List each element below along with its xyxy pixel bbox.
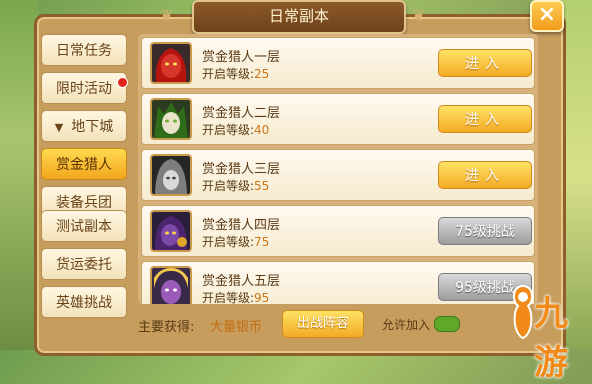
- dungeon-name: 赏金猎人五层: [202, 274, 281, 289]
- hunter-portrait-5: [150, 266, 192, 304]
- close-button[interactable]: ×: [530, 0, 564, 32]
- hunter-portrait-2: [150, 98, 192, 140]
- list-item: 赏金猎人三层 开启等级:55 进入: [141, 149, 535, 201]
- list-item: 赏金猎人四层 开启等级:75 75级挑战: [141, 205, 535, 257]
- ornament-left-icon: ❦: [160, 6, 174, 25]
- sidebar-item-bounty-hunter[interactable]: 赏金猎人: [41, 148, 127, 180]
- sidebar-item-label: 赏金猎人: [56, 157, 112, 173]
- reward-label: 主要获得:: [138, 320, 195, 335]
- sidebar-item-label: 限时活动: [56, 81, 112, 97]
- sidebar-item-cargo-delivery[interactable]: 货运委托: [41, 248, 127, 280]
- notification-dot-icon: [117, 77, 128, 88]
- sidebar-item-label: 英雄挑战: [56, 295, 112, 311]
- unlock-level: 开启等级:40: [202, 123, 270, 137]
- sidebar-item-label: 地下城: [71, 119, 114, 135]
- list-item: 赏金猎人二层 开启等级:40 进入: [141, 93, 535, 145]
- sidebar-item-dungeon[interactable]: ▼ 地下城: [41, 110, 127, 142]
- dungeon-list[interactable]: 赏金猎人一层 开启等级:25 进入 赏金猎人二层 开启等级:40 进入 赏金猎人…: [138, 34, 538, 304]
- sidebar-item-label: 装备兵团: [56, 195, 112, 211]
- background-left: [0, 0, 38, 350]
- allow-join-toggle[interactable]: [434, 316, 460, 332]
- list-item: 赏金猎人五层 开启等级:95 95级挑战: [141, 261, 535, 304]
- level-challenge-button[interactable]: 75级挑战: [438, 217, 532, 245]
- unlock-level: 开启等级:75: [202, 235, 270, 249]
- enter-button[interactable]: 进入: [438, 161, 532, 189]
- list-item: 赏金猎人一层 开启等级:25 进入: [141, 37, 535, 89]
- dialog-title: 日常副本: [192, 0, 406, 34]
- bottom-bar: 主要获得: 大量银币 出战阵容 允许加入: [138, 308, 538, 338]
- dungeon-name: 赏金猎人二层: [202, 106, 281, 121]
- unlock-level: 开启等级:95: [202, 291, 270, 304]
- unlock-level: 开启等级:55: [202, 179, 270, 193]
- sidebar-item-limited-events[interactable]: 限时活动: [41, 72, 128, 104]
- sidebar-item-hero-challenge[interactable]: 英雄挑战: [41, 286, 127, 318]
- sidebar-item-daily-tasks[interactable]: 日常任务: [41, 34, 127, 66]
- reward-value: 大量银币: [210, 320, 263, 335]
- sidebar-item-label: 货运委托: [56, 257, 112, 273]
- dungeon-name: 赏金猎人一层: [202, 50, 281, 65]
- watermark-text: 九游: [534, 294, 568, 383]
- hunter-portrait-3: [150, 154, 192, 196]
- ornament-right-icon: ❦: [412, 6, 426, 25]
- sidebar-item-label: 测试副本: [56, 219, 112, 235]
- sidebar-item-test-dungeon[interactable]: 测试副本: [41, 210, 127, 242]
- hunter-portrait-4: [150, 210, 192, 252]
- dungeon-name: 赏金猎人四层: [202, 218, 281, 233]
- enter-button[interactable]: 进入: [438, 105, 532, 133]
- sidebar-item-label: 日常任务: [56, 43, 112, 59]
- unlock-level: 开启等级:25: [202, 67, 270, 81]
- allow-join-label: 允许加入: [382, 318, 431, 332]
- chevron-down-icon: ▼: [54, 121, 64, 134]
- enter-button[interactable]: 进入: [438, 49, 532, 77]
- formation-button[interactable]: 出战阵容: [282, 310, 364, 338]
- hunter-portrait-1: [150, 42, 192, 84]
- dungeon-name: 赏金猎人三层: [202, 162, 281, 177]
